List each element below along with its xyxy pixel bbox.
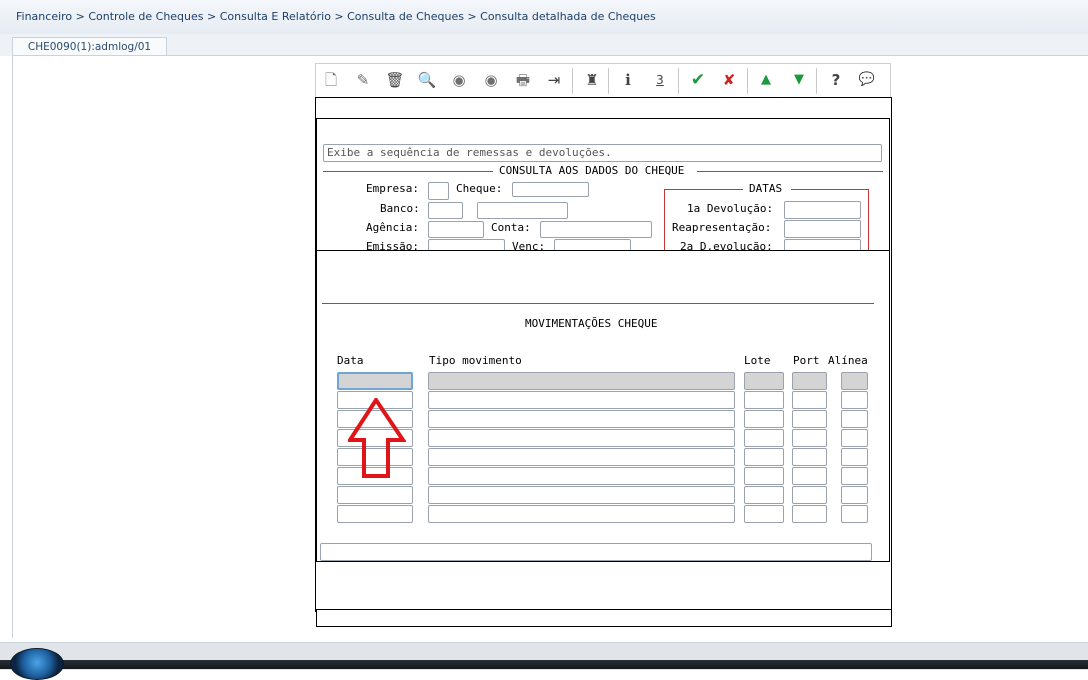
row-5-alinea-field[interactable]: [841, 448, 868, 466]
empresa-field[interactable]: [428, 182, 449, 200]
print-icon[interactable]: 🖶: [513, 70, 533, 90]
row-2-alinea-field[interactable]: [841, 391, 868, 409]
row-4-alinea-field[interactable]: [841, 429, 868, 447]
toolbar-separator: [678, 68, 679, 94]
hint-field[interactable]: Exibe a sequência de remessas e devoluçõ…: [323, 144, 882, 162]
row-8-tipo-field[interactable]: [428, 505, 735, 523]
start-orb-icon[interactable]: [10, 648, 64, 680]
up-arrow-annotation-icon: [348, 398, 406, 478]
col-header-port: Port: [793, 354, 820, 367]
prev-circle-icon[interactable]: ◉: [449, 70, 469, 90]
row-3-tipo-field[interactable]: [428, 410, 735, 428]
cheque-field[interactable]: [512, 182, 589, 197]
toolbar-separator: [747, 68, 748, 94]
row-2-tipo-field[interactable]: [428, 391, 735, 409]
row-3-port-field[interactable]: [792, 410, 827, 428]
toolbar-separator: [572, 68, 573, 94]
agencia-field[interactable]: [428, 221, 484, 238]
row-8-data-field[interactable]: [337, 505, 413, 523]
cancel-x-icon[interactable]: ✘: [719, 70, 739, 90]
row-7-tipo-field[interactable]: [428, 486, 735, 504]
col-header-alinea: Alínea: [828, 354, 868, 367]
row-7-data-field[interactable]: [337, 486, 413, 504]
movimentacoes-title: MOVIMENTAÇÕES CHEQUE: [525, 317, 658, 330]
col-header-tipo-movimento: Tipo movimento: [429, 354, 522, 367]
reapresentacao-field[interactable]: [784, 220, 861, 238]
row-3-lote-field[interactable]: [744, 410, 784, 428]
magnifier-icon[interactable]: 🔍: [417, 70, 437, 90]
row-4-port-field[interactable]: [792, 429, 827, 447]
info-icon[interactable]: i: [618, 70, 638, 90]
banco-name-field[interactable]: [477, 202, 568, 219]
help-icon[interactable]: ?: [826, 70, 846, 90]
datas-box-left: [664, 189, 665, 251]
col-header-lote: Lote: [744, 354, 771, 367]
row-4-tipo-field[interactable]: [428, 429, 735, 447]
top-navigation-bar: Financeiro > Controle de Cheques > Consu…: [0, 0, 1088, 35]
toolbar-separator: [816, 68, 817, 94]
movimentacoes-divider: [322, 303, 874, 304]
row-5-port-field[interactable]: [792, 448, 827, 466]
row-7-lote-field[interactable]: [744, 486, 784, 504]
down-triangle-icon[interactable]: ▼: [789, 70, 809, 90]
row-1-tipo-field[interactable]: [428, 372, 735, 390]
status-frame: [316, 609, 892, 627]
tab-strip: CHE0090(1):admlog/01: [0, 34, 1088, 57]
row-4-lote-field[interactable]: [744, 429, 784, 447]
agencia-label: Agência:: [366, 221, 419, 234]
devolucao1-label: 1a Devolução:: [687, 202, 774, 215]
confirm-check-icon[interactable]: ✔: [688, 70, 708, 90]
devolucao1-field[interactable]: [784, 201, 861, 219]
datas-title: DATAS: [749, 182, 783, 195]
row-1-lote-field[interactable]: [744, 372, 784, 390]
row-8-port-field[interactable]: [792, 505, 827, 523]
row-8-alinea-field[interactable]: [841, 505, 868, 523]
row-2-lote-field[interactable]: [744, 391, 784, 409]
row-6-tipo-field[interactable]: [428, 467, 735, 485]
exit-icon[interactable]: ⇥: [544, 70, 564, 90]
row-6-port-field[interactable]: [792, 467, 827, 485]
section-divider-left: [323, 171, 493, 172]
section-title: CONSULTA AOS DADOS DO CHEQUE: [499, 164, 685, 177]
row-1-data-field[interactable]: [337, 372, 413, 390]
up-triangle-icon[interactable]: ▲: [756, 70, 776, 90]
banco-field[interactable]: [428, 202, 463, 219]
datas-box-right: [868, 189, 869, 251]
col-header-data: Data: [337, 354, 364, 367]
datas-box-top-right: [791, 189, 869, 190]
empresa-label: Empresa:: [366, 182, 419, 195]
number-icon[interactable]: 3: [650, 70, 670, 90]
taskbar-dark-strip: [0, 660, 1088, 669]
row-5-lote-field[interactable]: [744, 448, 784, 466]
row-1-alinea-field[interactable]: [841, 372, 868, 390]
breadcrumb[interactable]: Financeiro > Controle de Cheques > Consu…: [16, 10, 656, 23]
banco-label: Banco:: [380, 202, 420, 215]
row-1-port-field[interactable]: [792, 372, 827, 390]
row-2-port-field[interactable]: [792, 391, 827, 409]
datas-box-top-left: [664, 189, 743, 190]
row-7-port-field[interactable]: [792, 486, 827, 504]
new-doc-icon[interactable]: 🗋: [321, 70, 341, 90]
binoculars-icon[interactable]: ♜: [582, 70, 602, 90]
cheque-data-frame: Exibe a sequência de remessas e devoluçõ…: [316, 118, 890, 251]
row-3-alinea-field[interactable]: [841, 410, 868, 428]
toolbar: 🗋 ✎ 🗑 🔍 ◉ ◉ 🖶 ⇥ ♜ i 3 ✔ ✘ ▲ ▼ ? 💬: [315, 63, 891, 98]
bottom-message-field[interactable]: [320, 543, 872, 561]
next-circle-icon[interactable]: ◉: [481, 70, 501, 90]
row-8-lote-field[interactable]: [744, 505, 784, 523]
edit-icon[interactable]: ✎: [353, 70, 373, 90]
tab-program[interactable]: CHE0090(1):admlog/01: [12, 37, 167, 57]
comment-icon[interactable]: 💬: [857, 70, 877, 90]
section-divider-right: [697, 171, 883, 172]
conta-field[interactable]: [540, 221, 652, 238]
row-6-lote-field[interactable]: [744, 467, 784, 485]
cheque-label: Cheque:: [456, 182, 503, 195]
row-6-alinea-field[interactable]: [841, 467, 868, 485]
trash-icon[interactable]: 🗑: [385, 70, 405, 90]
row-5-tipo-field[interactable]: [428, 448, 735, 466]
toolbar-separator: [608, 68, 609, 94]
row-7-alinea-field[interactable]: [841, 486, 868, 504]
conta-label: Conta:: [491, 221, 531, 234]
reapresentacao-label: Reapresentação:: [672, 221, 772, 234]
